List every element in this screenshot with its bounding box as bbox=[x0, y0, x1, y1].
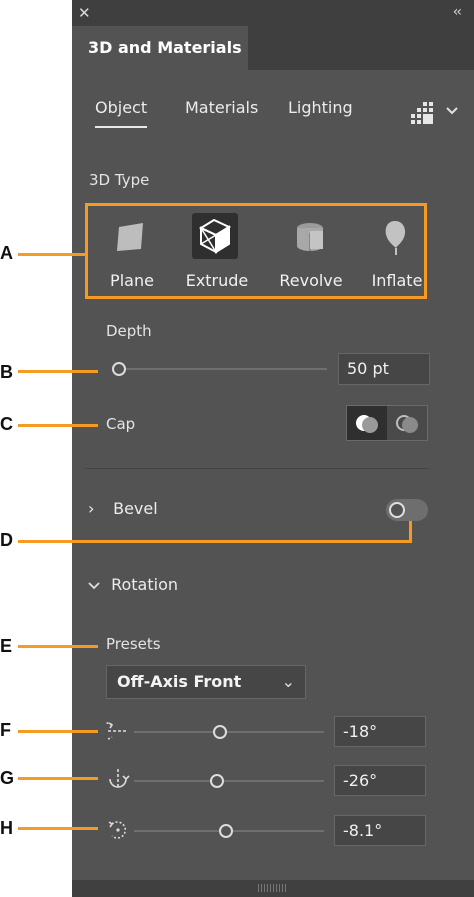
type-revolve-label: Revolve bbox=[279, 271, 343, 290]
type-extrude-label: Extrude bbox=[185, 271, 249, 290]
callout-g-line bbox=[18, 777, 98, 780]
chevron-right-icon: › bbox=[88, 499, 95, 518]
chevron-down-icon bbox=[88, 581, 100, 589]
presets-label: Presets bbox=[106, 635, 161, 653]
chevron-down-icon[interactable] bbox=[445, 106, 459, 116]
callout-e-line bbox=[18, 645, 98, 648]
cap-label: Cap bbox=[106, 415, 136, 433]
callout-d-line-vertical bbox=[409, 521, 412, 543]
rotate-y-slider-track[interactable] bbox=[134, 780, 324, 782]
callout-g: G bbox=[0, 768, 15, 788]
cap-toggle-group bbox=[346, 405, 428, 441]
type-inflate[interactable]: Inflate bbox=[354, 207, 440, 297]
rotate-x-slider-track[interactable] bbox=[134, 731, 324, 733]
cap-off-icon bbox=[396, 415, 418, 433]
rotate-y-slider-thumb[interactable] bbox=[210, 774, 224, 788]
extrude-icon bbox=[198, 218, 232, 254]
close-icon[interactable]: ✕ bbox=[78, 4, 91, 22]
rotate-x-icon bbox=[106, 722, 128, 740]
subtab-bar: Object Materials Lighting bbox=[72, 98, 474, 132]
bevel-label: Bevel bbox=[113, 499, 158, 518]
callout-b: B bbox=[0, 362, 13, 382]
depth-slider-track[interactable] bbox=[120, 368, 327, 370]
rotation-section-header[interactable]: Rotation bbox=[88, 575, 178, 594]
rotation-label: Rotation bbox=[111, 575, 179, 594]
render-settings-icon[interactable] bbox=[409, 102, 435, 126]
callout-f-line bbox=[18, 730, 98, 733]
rotate-z-field[interactable]: -8.1° bbox=[334, 815, 426, 846]
cap-on-icon bbox=[356, 415, 378, 433]
type-revolve[interactable]: Revolve bbox=[268, 207, 354, 297]
callout-a-line bbox=[18, 253, 88, 256]
depth-slider-thumb[interactable] bbox=[112, 362, 126, 376]
callout-c-line bbox=[18, 424, 98, 427]
3d-materials-panel: ✕ ‹‹ 3D and Materials Object Materials L… bbox=[72, 0, 474, 897]
type-inflate-label: Inflate bbox=[371, 271, 423, 290]
bevel-toggle[interactable] bbox=[386, 499, 428, 521]
callout-c: C bbox=[0, 414, 13, 434]
bevel-section-header[interactable]: › Bevel bbox=[88, 499, 158, 518]
panel-tab-3d-materials[interactable]: 3D and Materials bbox=[72, 26, 248, 70]
3d-type-label: 3D Type bbox=[89, 171, 150, 189]
callout-f: F bbox=[0, 720, 11, 740]
panel-tab-strip: 3D and Materials bbox=[72, 26, 474, 70]
chevron-down-icon: ⌄ bbox=[281, 672, 295, 691]
rotate-z-slider-thumb[interactable] bbox=[219, 824, 233, 838]
callout-a: A bbox=[0, 243, 13, 263]
panel-title-bar: ✕ ‹‹ bbox=[72, 0, 474, 26]
type-extrude[interactable]: Extrude bbox=[174, 207, 260, 297]
revolve-icon bbox=[297, 223, 323, 251]
resize-grip-icon[interactable] bbox=[258, 884, 288, 892]
section-divider bbox=[85, 468, 429, 469]
collapse-icon[interactable]: ‹‹ bbox=[453, 4, 462, 20]
rotate-x-field[interactable]: -18° bbox=[334, 716, 426, 747]
rotate-y-field[interactable]: -26° bbox=[334, 765, 426, 796]
callout-d: D bbox=[0, 530, 13, 550]
panel-resize-bar[interactable] bbox=[72, 880, 474, 897]
rotate-z-icon bbox=[108, 821, 127, 839]
presets-dropdown[interactable]: Off-Axis Front ⌄ bbox=[106, 665, 306, 699]
rotate-x-slider-thumb[interactable] bbox=[213, 725, 227, 739]
callout-d-line bbox=[18, 540, 412, 543]
inflate-icon bbox=[385, 221, 406, 255]
callout-h-line bbox=[18, 827, 98, 830]
type-plane[interactable]: Plane bbox=[89, 207, 175, 297]
depth-value-field[interactable]: 50 pt bbox=[338, 353, 430, 385]
callout-e: E bbox=[0, 636, 13, 656]
cap-on-button[interactable] bbox=[347, 406, 387, 440]
depth-label: Depth bbox=[106, 322, 152, 340]
callout-h: H bbox=[0, 818, 13, 838]
type-plane-label: Plane bbox=[110, 271, 154, 290]
tab-lighting[interactable]: Lighting bbox=[288, 98, 353, 117]
tab-materials[interactable]: Materials bbox=[185, 98, 258, 117]
plane-icon bbox=[117, 223, 143, 251]
presets-dropdown-value: Off-Axis Front bbox=[117, 672, 242, 691]
tab-object[interactable]: Object bbox=[95, 98, 148, 128]
callout-b-line bbox=[18, 370, 98, 373]
rotate-y-icon bbox=[109, 769, 130, 789]
cap-off-button[interactable] bbox=[387, 406, 427, 440]
